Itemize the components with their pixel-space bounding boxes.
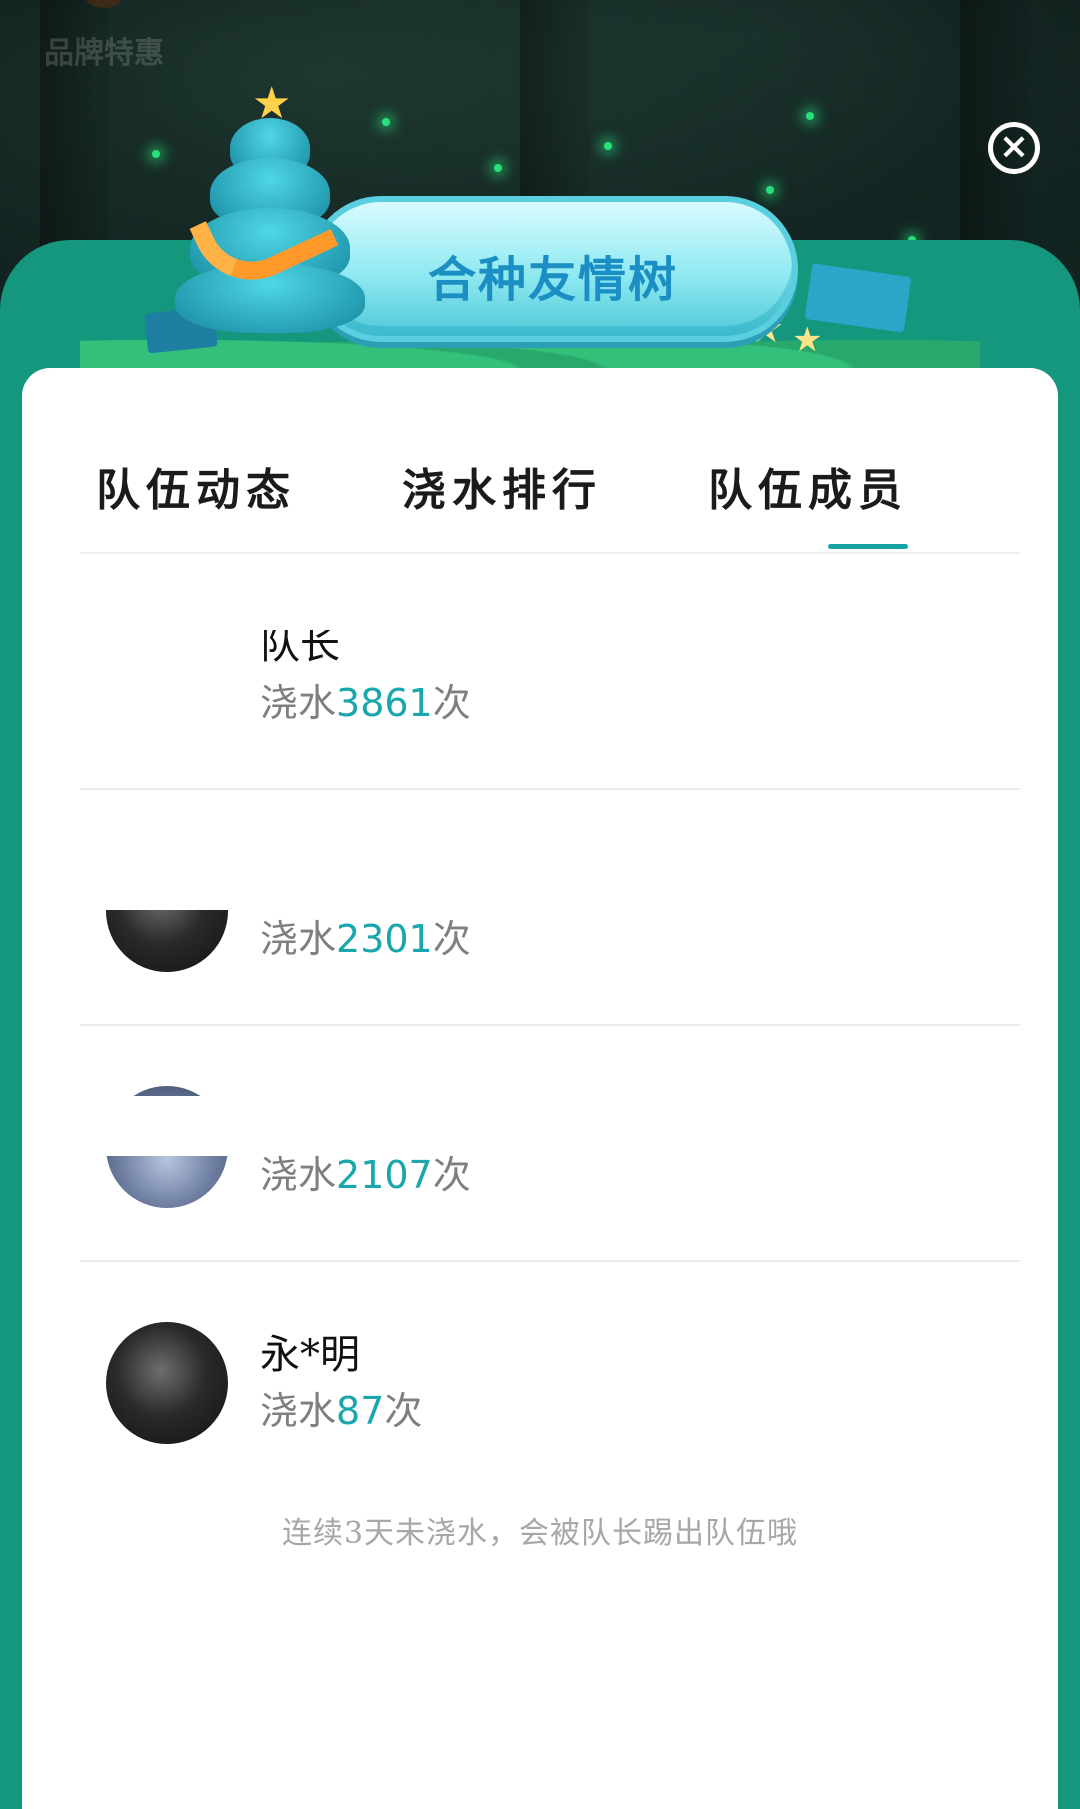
water-count: 3861 xyxy=(336,681,433,725)
member-list: 队长 浇水3861次 浇水2301次 浇水2107次 永*明 浇水87次 xyxy=(80,554,1020,1496)
active-tab-indicator xyxy=(828,544,908,549)
tab-bar: 队伍动态 浇水排行 队伍成员 xyxy=(80,454,998,524)
close-button[interactable]: × xyxy=(988,122,1040,174)
water-count-text: 浇水3861次 xyxy=(260,672,471,727)
tab-watering-ranking[interactable]: 浇水排行 xyxy=(402,454,602,518)
list-item[interactable]: 队长 浇水3861次 xyxy=(80,554,1020,790)
firefly xyxy=(766,186,774,194)
water-count-text: 浇水87次 xyxy=(260,1380,422,1435)
page-title: 合种友情树 xyxy=(427,252,678,308)
water-suffix: 次 xyxy=(432,681,471,725)
brand-icon xyxy=(84,0,124,8)
water-prefix: 浇水 xyxy=(260,917,337,961)
member-name: 队长 xyxy=(260,622,340,668)
water-prefix: 浇水 xyxy=(260,1389,337,1433)
member-name: 永*明 xyxy=(260,1332,360,1378)
list-item[interactable]: 浇水2301次 xyxy=(80,790,1020,1026)
close-icon: × xyxy=(998,126,1030,167)
tab-team-members[interactable]: 队伍成员 xyxy=(708,454,908,518)
water-count: 2107 xyxy=(336,1153,433,1197)
avatar xyxy=(106,614,228,736)
star-icon: ★ xyxy=(792,320,823,360)
firefly xyxy=(152,150,160,158)
water-count: 87 xyxy=(336,1389,385,1433)
inactivity-notice: 连续3天未浇水，会被队长踢出队伍哦 xyxy=(281,1516,799,1551)
brand-label: 品牌特惠 xyxy=(44,36,164,71)
list-item[interactable]: 永*明 浇水87次 xyxy=(80,1262,1020,1496)
title-banner: 合种友情树 xyxy=(308,196,798,342)
privacy-mask xyxy=(80,790,250,910)
firefly xyxy=(604,142,612,150)
water-suffix: 次 xyxy=(432,1153,471,1197)
water-count: 2301 xyxy=(336,917,433,961)
water-prefix: 浇水 xyxy=(260,1153,337,1197)
friendship-tree-illustration: ★ xyxy=(170,78,370,338)
water-prefix: 浇水 xyxy=(260,681,337,725)
list-item[interactable]: 浇水2107次 xyxy=(80,1026,1020,1262)
firefly xyxy=(382,118,390,126)
tab-team-activity[interactable]: 队伍动态 xyxy=(96,454,296,518)
privacy-mask xyxy=(100,1096,230,1156)
water-count-text: 浇水2107次 xyxy=(260,1144,471,1199)
water-count-text: 浇水2301次 xyxy=(260,908,471,963)
firefly xyxy=(806,112,814,120)
water-suffix: 次 xyxy=(384,1389,423,1433)
firefly xyxy=(494,164,502,172)
water-suffix: 次 xyxy=(432,917,471,961)
avatar xyxy=(106,1322,228,1444)
team-card: 队伍动态 浇水排行 队伍成员 队长 浇水3861次 浇水2301次 浇水2107… xyxy=(22,368,1058,1809)
brand-deals-link[interactable]: 品牌特惠 xyxy=(34,0,174,71)
